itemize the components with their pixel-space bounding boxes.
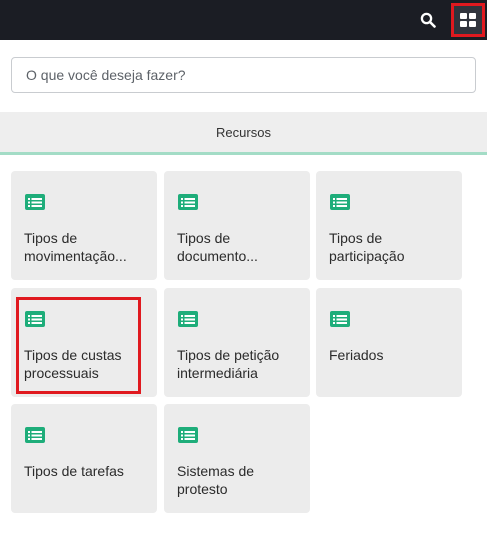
list-icon (330, 194, 350, 210)
list-icon (25, 427, 45, 443)
card-tipos-de-movimentacao[interactable]: Tipos de movimentação... (11, 171, 157, 280)
search-icon (420, 12, 436, 28)
grid-apps-icon (460, 13, 476, 27)
card-label: Tipos de tarefas (24, 463, 124, 479)
tab-recursos[interactable]: Recursos (216, 125, 271, 140)
card-tipos-de-peticao-intermediaria[interactable]: Tipos de petição intermediária (164, 288, 310, 397)
card-label: Sistemas de protesto (177, 463, 255, 497)
card-label: Tipos de movimentação... (24, 230, 127, 264)
search-input[interactable] (12, 58, 475, 92)
section-tab-bar: Recursos (0, 112, 487, 155)
card-label: Tipos de custas processuais (24, 347, 122, 381)
list-icon (178, 427, 198, 443)
top-bar (0, 0, 487, 40)
card-feriados[interactable]: Feriados (316, 288, 462, 397)
card-sistemas-de-protesto[interactable]: Sistemas de protesto (164, 404, 310, 513)
search-button[interactable] (414, 6, 442, 34)
card-label: Tipos de participação (329, 230, 405, 264)
card-label: Tipos de documento... (177, 230, 258, 264)
card-tipos-de-custas-processuais[interactable]: Tipos de custas processuais (11, 288, 157, 397)
search-field[interactable] (11, 57, 476, 93)
card-label: Tipos de petição intermediária (177, 347, 280, 381)
list-icon (330, 311, 350, 327)
card-label: Feriados (329, 347, 384, 363)
list-icon (178, 194, 198, 210)
list-icon (25, 194, 45, 210)
card-tipos-de-tarefas[interactable]: Tipos de tarefas (11, 404, 157, 513)
card-tipos-de-documento[interactable]: Tipos de documento... (164, 171, 310, 280)
apps-menu-button[interactable] (451, 3, 485, 37)
list-icon (178, 311, 198, 327)
list-icon (25, 311, 45, 327)
card-tipos-de-participacao[interactable]: Tipos de participação (316, 171, 462, 280)
